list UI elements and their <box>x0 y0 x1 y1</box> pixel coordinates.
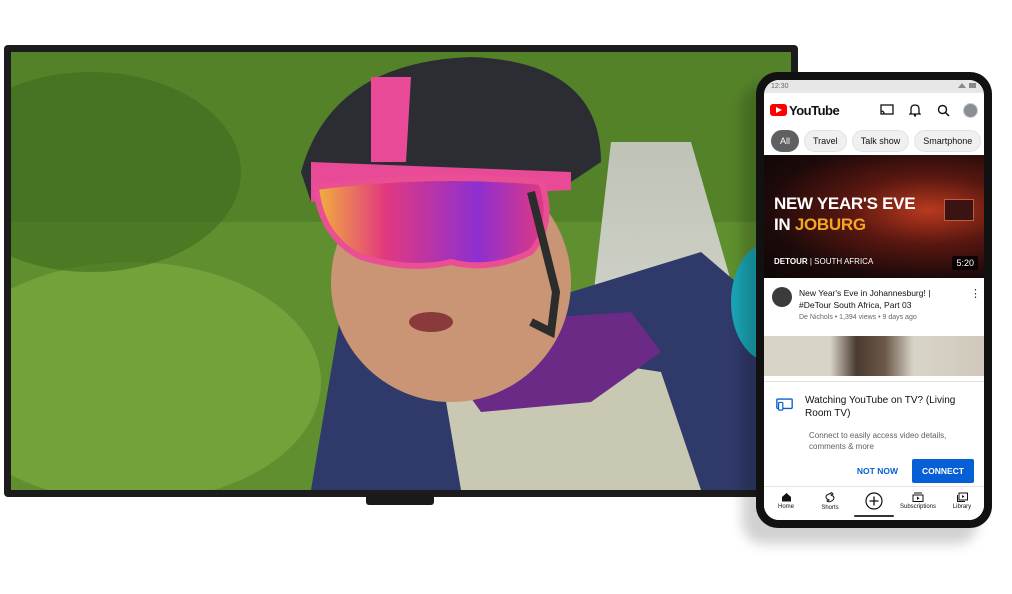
phone-frame: 12:30 YouTube All Travel Talk show Smart… <box>756 72 992 528</box>
video-title[interactable]: New Year's Eve in Johannesburg! | #DeTou… <box>799 287 963 311</box>
youtube-logo[interactable]: YouTube <box>770 102 840 118</box>
subscriptions-icon <box>912 492 924 502</box>
signal-battery-icon <box>958 83 976 88</box>
duration-badge: 5:20 <box>952 256 978 270</box>
thumbnail-title: NEW YEAR'S EVE IN JOBURG <box>774 193 916 235</box>
nav-subscriptions-label: Subscriptions <box>899 504 937 510</box>
thumbnail-title-prefix: IN <box>774 215 795 234</box>
cast-icon[interactable] <box>879 102 895 118</box>
dialog-title: Watching YouTube on TV? (Living Room TV) <box>805 395 956 419</box>
nav-subscriptions[interactable]: Subscriptions <box>898 492 938 510</box>
brand-region: SOUTH AFRICA <box>814 257 874 266</box>
promo-stage: 12:30 YouTube All Travel Talk show Smart… <box>0 0 1012 594</box>
chip-smartphone[interactable]: Smartphone <box>914 130 982 152</box>
nav-home[interactable]: Home <box>766 492 806 510</box>
status-time: 12:30 <box>771 83 789 90</box>
nav-library-label: Library <box>952 504 972 510</box>
thumbnail-title-line1: NEW YEAR'S EVE <box>774 194 916 213</box>
video-channel-meta: De Nichols • 1,394 views • 9 days ago <box>799 314 917 321</box>
cyclist-scene-image <box>11 52 791 490</box>
tv-frame <box>4 45 798 497</box>
bottom-navigation: Home Shorts Subscriptions Library <box>764 486 984 520</box>
top-app-bar: YouTube <box>764 93 984 127</box>
more-options-icon[interactable]: ⋮ <box>970 287 981 336</box>
thumbnail-title-line2: IN JOBURG <box>774 214 915 235</box>
shorts-icon <box>825 492 835 503</box>
youtube-play-icon <box>770 104 787 116</box>
app-name: YouTube <box>789 102 840 118</box>
brand-name: DETOUR <box>774 257 808 266</box>
not-now-button[interactable]: NOT NOW <box>851 459 904 483</box>
video-thumbnail[interactable]: NEW YEAR'S EVE IN JOBURG DETOUR | SOUTH … <box>764 155 984 278</box>
stage-screen-graphic <box>944 199 974 221</box>
account-avatar[interactable] <box>963 102 978 118</box>
nav-library[interactable]: Library <box>942 492 982 510</box>
dialog-header: Watching YouTube on TV? (Living Room TV) <box>776 394 974 420</box>
dialog-actions: NOT NOW CONNECT <box>776 459 974 483</box>
dialog-body: Connect to easily access video details, … <box>809 431 947 451</box>
thumbnail-title-highlight: JOBURG <box>794 215 866 234</box>
tv-device-icon <box>776 398 793 411</box>
chip-all[interactable]: All <box>771 130 800 152</box>
video-details: New Year's Eve in Johannesburg! | #DeTou… <box>764 278 984 336</box>
chip-travel[interactable]: Travel <box>804 130 847 152</box>
status-bar: 12:30 <box>764 80 984 93</box>
nav-shorts-label: Shorts <box>821 505 839 511</box>
library-icon <box>956 492 968 502</box>
notifications-bell-icon[interactable] <box>907 102 923 118</box>
gesture-home-bar[interactable] <box>854 515 894 517</box>
category-chips: All Travel Talk show Smartphone An <box>764 127 984 155</box>
nav-shorts[interactable]: Shorts <box>810 492 850 511</box>
status-icons <box>957 82 977 91</box>
tv-video-playback[interactable] <box>11 52 791 490</box>
video-text: New Year's Eve in Johannesburg! | #DeTou… <box>799 287 963 336</box>
nav-home-label: Home <box>777 504 794 510</box>
tv-stand <box>366 495 434 505</box>
channel-avatar[interactable] <box>772 287 792 307</box>
next-video-thumbnail[interactable] <box>764 336 984 376</box>
connect-button[interactable]: CONNECT <box>911 459 974 483</box>
top-actions <box>879 102 978 118</box>
nav-create[interactable] <box>854 492 894 510</box>
tv-connect-dialog: Watching YouTube on TV? (Living Room TV)… <box>764 381 984 486</box>
youtube-app-screen: 12:30 YouTube All Travel Talk show Smart… <box>764 80 984 520</box>
chip-talk-show[interactable]: Talk show <box>851 130 910 152</box>
home-icon <box>781 493 791 502</box>
search-icon[interactable] <box>935 102 951 118</box>
thumbnail-brand: DETOUR | SOUTH AFRICA <box>774 257 873 266</box>
create-icon <box>865 492 883 510</box>
